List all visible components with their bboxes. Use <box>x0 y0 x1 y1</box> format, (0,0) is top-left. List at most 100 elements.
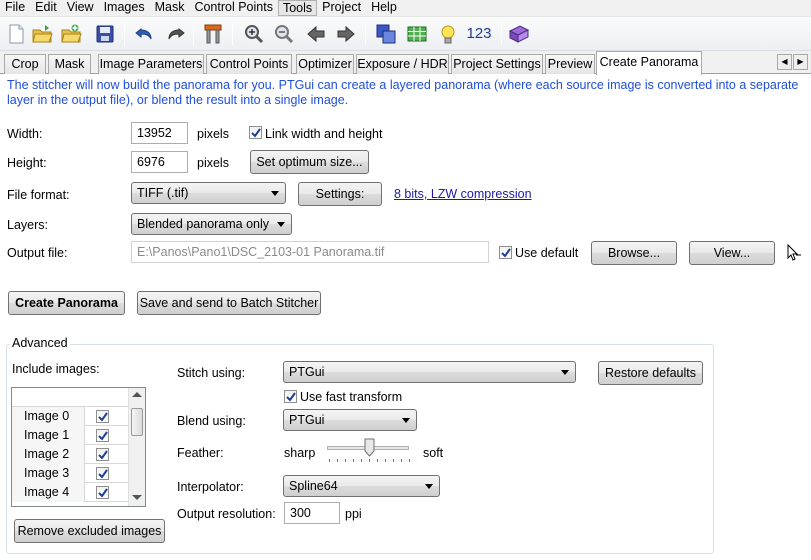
table-icon[interactable] <box>405 22 429 46</box>
image-list-scrollbar[interactable] <box>128 388 145 506</box>
chevron-down-icon <box>271 191 279 196</box>
remove-excluded-images-button[interactable]: Remove excluded images <box>14 519 165 543</box>
batch-icon[interactable] <box>507 22 531 46</box>
feather-sharp-label: sharp <box>284 446 316 460</box>
include-image-checkbox[interactable] <box>96 410 109 423</box>
menu-bar: File Edit View Images Mask Control Point… <box>0 0 811 17</box>
info-text: The stitcher will now build the panorama… <box>7 78 799 107</box>
forward-icon[interactable] <box>334 22 358 46</box>
image-name: Image 3 <box>12 464 85 483</box>
tab-mask[interactable]: Mask <box>48 54 91 74</box>
file-format-value: TIFF (.tif) <box>137 186 189 200</box>
fast-transform-label: Use fast transform <box>300 390 403 404</box>
tab-image-parameters[interactable]: Image Parameters <box>98 54 204 74</box>
zoom-out-icon[interactable] <box>272 22 296 46</box>
detail-viewer-icon[interactable] <box>374 22 398 46</box>
chevron-down-icon <box>277 222 285 227</box>
link-width-height-checkbox[interactable] <box>249 126 262 139</box>
view-button[interactable]: View... <box>689 241 775 265</box>
list-item[interactable]: Image 2 <box>12 445 130 464</box>
tab-scroll-right-icon[interactable]: ▶ <box>793 54 808 70</box>
list-item[interactable]: Image 4 <box>12 483 130 502</box>
tab-project-settings[interactable]: Project Settings <box>451 54 543 74</box>
browse-button[interactable]: Browse... <box>591 241 677 265</box>
fast-transform-checkbox[interactable] <box>284 390 297 403</box>
stitch-using-select[interactable]: PTGui <box>283 361 576 383</box>
layers-select[interactable]: Blended panorama only <box>131 213 292 235</box>
output-resolution-unit: ppi <box>345 507 362 521</box>
include-images-list: Image 0 Image 1 Image 2 Image 3 Image 4 <box>11 387 146 507</box>
tab-create-panorama[interactable]: Create Panorama <box>596 51 702 75</box>
list-item[interactable]: Image 0 <box>12 407 130 426</box>
slider-tick <box>385 459 386 462</box>
menu-view[interactable]: View <box>62 0 99 16</box>
send-to-batch-stitcher-button[interactable]: Save and send to Batch Stitcher <box>137 291 321 315</box>
list-item[interactable]: Image 1 <box>12 426 130 445</box>
interpolator-value: Spline64 <box>289 479 338 493</box>
toolbar-separator <box>365 23 366 45</box>
numbering-icon[interactable]: 123 <box>464 22 494 46</box>
image-name: Image 4 <box>12 483 85 502</box>
tab-exposure-hdr[interactable]: Exposure / HDR <box>356 54 449 74</box>
feather-slider-thumb[interactable] <box>364 438 375 457</box>
load-images-icon[interactable] <box>59 22 83 46</box>
output-resolution-input[interactable]: 300 <box>284 502 340 524</box>
zoom-in-icon[interactable] <box>242 22 266 46</box>
new-project-icon[interactable] <box>4 22 28 46</box>
menu-project[interactable]: Project <box>317 0 366 16</box>
include-image-checkbox[interactable] <box>96 448 109 461</box>
blend-using-value: PTGui <box>289 413 325 427</box>
menu-edit[interactable]: Edit <box>30 0 62 16</box>
layers-value: Blended panorama only <box>137 217 270 231</box>
open-project-icon[interactable] <box>30 22 54 46</box>
use-default-checkbox[interactable] <box>499 246 512 259</box>
stitch-using-label: Stitch using: <box>177 366 246 380</box>
file-format-select[interactable]: TIFF (.tif) <box>131 182 286 204</box>
width-unit-label: pixels <box>197 127 229 141</box>
menu-control-points[interactable]: Control Points <box>189 0 278 16</box>
height-input[interactable]: 6976 <box>131 151 188 173</box>
include-image-checkbox[interactable] <box>96 467 109 480</box>
width-input[interactable]: 13952 <box>131 122 188 144</box>
output-file-input[interactable]: E:\Panos\Pano1\DSC_2103-01 Panorama.tif <box>131 241 489 263</box>
save-project-icon[interactable] <box>93 22 117 46</box>
menu-mask[interactable]: Mask <box>150 0 190 16</box>
scroll-up-icon[interactable] <box>132 392 142 397</box>
include-image-checkbox[interactable] <box>96 429 109 442</box>
bulb-icon[interactable] <box>436 22 460 46</box>
tab-crop[interactable]: Crop <box>4 54 46 74</box>
toolbar: 123 <box>0 17 811 51</box>
scroll-down-icon[interactable] <box>132 495 142 500</box>
chevron-down-icon <box>425 484 433 489</box>
list-item[interactable]: Image 3 <box>12 464 130 483</box>
format-settings-link[interactable]: 8 bits, LZW compression <box>394 187 532 202</box>
toolbar-separator <box>232 23 233 45</box>
slider-tick <box>337 459 338 462</box>
menu-help[interactable]: Help <box>366 0 402 16</box>
create-panorama-button[interactable]: Create Panorama <box>8 291 125 315</box>
slider-tick <box>409 459 410 462</box>
interpolator-select[interactable]: Spline64 <box>283 475 440 497</box>
menu-file[interactable]: File <box>0 0 30 16</box>
include-image-checkbox[interactable] <box>96 486 109 499</box>
tab-optimizer[interactable]: Optimizer <box>296 54 354 74</box>
back-icon[interactable] <box>304 22 328 46</box>
settings-button[interactable]: Settings: <box>298 182 382 206</box>
tab-scroll-left-icon[interactable]: ◀ <box>777 54 792 70</box>
slider-tick <box>361 459 362 462</box>
tools-icon[interactable] <box>201 22 225 46</box>
toolbar-separator <box>501 23 502 45</box>
restore-defaults-button[interactable]: Restore defaults <box>598 361 703 385</box>
blend-using-select[interactable]: PTGui <box>283 409 417 431</box>
tab-preview[interactable]: Preview <box>545 54 595 74</box>
menu-images[interactable]: Images <box>99 0 150 16</box>
height-label: Height: <box>7 156 47 170</box>
link-width-height-label: Link width and height <box>265 127 383 141</box>
set-optimum-size-button[interactable]: Set optimum size... <box>250 150 369 174</box>
scrollbar-thumb[interactable] <box>131 408 143 436</box>
redo-icon[interactable] <box>163 22 187 46</box>
menu-tools[interactable]: Tools <box>277 0 318 16</box>
undo-icon[interactable] <box>133 22 157 46</box>
tab-control-points[interactable]: Control Points <box>206 54 292 74</box>
width-label: Width: <box>7 127 43 141</box>
